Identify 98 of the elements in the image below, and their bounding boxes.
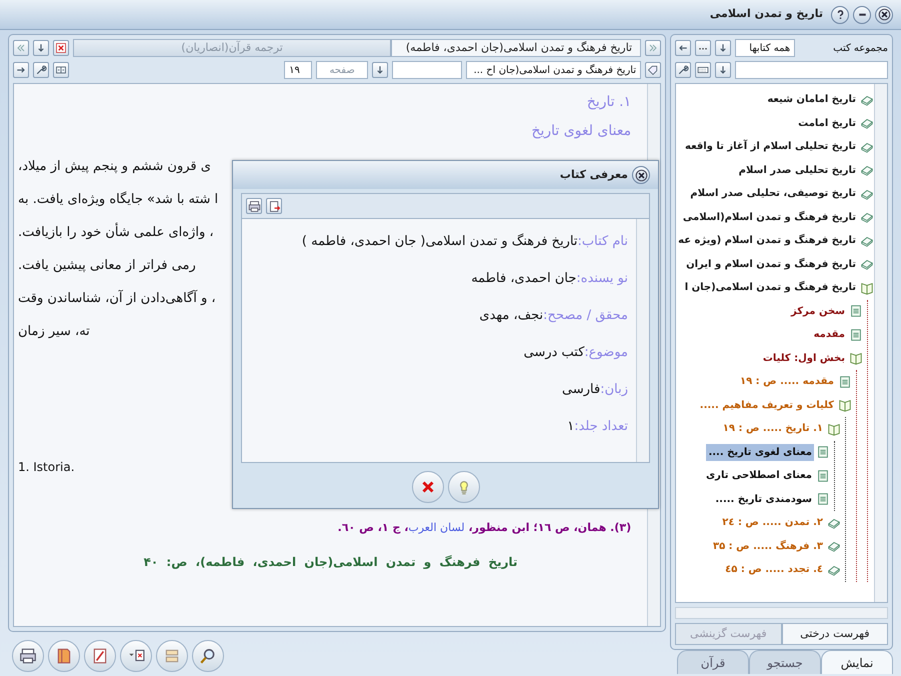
- cancel-button[interactable]: [412, 471, 444, 503]
- tag-icon: [647, 64, 660, 76]
- tree-item[interactable]: سودمندی تاریخ .....: [713, 490, 814, 508]
- paragraph-line: ا شته با شد» جایگاه ویژه‌ای یافت. به: [18, 190, 220, 209]
- close-button[interactable]: [875, 6, 893, 24]
- section-heading: ۱. تاریخ: [586, 93, 632, 112]
- tree-item[interactable]: تاریخ توصیفی، تحلیلی صدر اسلام: [688, 185, 858, 202]
- info-field: موضوع:کتب درسی: [242, 334, 628, 371]
- more-button[interactable]: [695, 40, 712, 56]
- search-field[interactable]: [392, 61, 462, 79]
- book-select[interactable]: تاریخ فرهنگ و تمدن اسلامی(جان اح ...: [466, 61, 642, 79]
- help-button[interactable]: [831, 6, 849, 24]
- printer-icon: [19, 647, 37, 665]
- paragraph-line: ، واژه‌ای علمی شأن خود را بازیافت.: [18, 216, 228, 249]
- subsection-heading: معنای لغوی تاریخ: [530, 122, 632, 141]
- document-export-icon: [268, 200, 280, 212]
- settings-button[interactable]: [33, 62, 49, 78]
- tree-item[interactable]: ٤. تجدد ..... ص : ٤۵: [723, 561, 825, 578]
- info-field: نو یسنده:جان احمدی، فاطمه: [242, 260, 628, 297]
- print-button[interactable]: [246, 198, 262, 214]
- window-title: تاریخ و تمدن اسلامی: [710, 6, 823, 22]
- document-tab[interactable]: تاریخ فرهنگ و تمدن اسلامی(جان احمدی، فاطمه): [391, 39, 642, 57]
- bookmark-button[interactable]: [645, 62, 662, 78]
- book-icon: [55, 647, 73, 665]
- keyboard-icon: [697, 64, 710, 76]
- tree-item[interactable]: تاریخ فرهنگ و تمدن اسلام و ایران: [684, 256, 858, 273]
- scrollbar[interactable]: [874, 84, 887, 602]
- page-number-field[interactable]: ۱۹: [284, 61, 312, 79]
- layout-icon: [163, 647, 181, 665]
- tree-item[interactable]: ۳. فرهنگ ..... ص : ۳۵: [710, 538, 825, 555]
- paragraph-line: ی قرون ششم و پنجم پیش از میلاد،: [18, 158, 212, 176]
- tree-item[interactable]: مقدمه: [812, 326, 847, 344]
- go-button[interactable]: [13, 62, 29, 78]
- tree-item[interactable]: تاریخ فرهنگ و تمدن اسلام(اسلامی: [680, 208, 858, 226]
- tree-item[interactable]: تاریخ فرهنگ و تمدن اسلام (ویژه عه: [676, 232, 858, 250]
- search-field[interactable]: [735, 61, 888, 79]
- double-chevron-icon: [647, 42, 660, 54]
- wrench-icon: [35, 64, 47, 76]
- collection-label: مجموعه کتب: [832, 42, 888, 56]
- dialog-close-button[interactable]: [632, 166, 650, 184]
- tree-item[interactable]: معنای لغوی تاریخ ....: [706, 444, 814, 461]
- double-chevron-icon: [15, 42, 27, 54]
- tree-item[interactable]: تاریخ امامان شیعه: [765, 91, 858, 108]
- info-field: زبان:فارسی: [242, 371, 628, 408]
- settings-button[interactable]: [675, 62, 692, 78]
- collection-dropdown-button[interactable]: [715, 40, 732, 56]
- footnote: 1. Istoria.: [17, 459, 76, 476]
- dialog-title: معرفی کتاب: [560, 166, 628, 183]
- scrollbar[interactable]: [675, 607, 888, 619]
- print-button[interactable]: [12, 640, 44, 672]
- split-view-button[interactable]: [53, 62, 69, 78]
- book-button[interactable]: [48, 640, 80, 672]
- tree-item[interactable]: مقدمه ..... ص : ۱۹: [738, 373, 836, 390]
- paragraph-line: ته، سیر زمان: [18, 323, 91, 341]
- search-history-button[interactable]: [715, 62, 732, 78]
- collection-select[interactable]: همه کتابها: [735, 39, 796, 57]
- reference-note: (۳). همان، ص ۱٦؛ ابن منظور، لسان العرب، ج ۱، ص ٦۰.: [338, 520, 632, 536]
- list-tab[interactable]: فهرست درختی: [782, 623, 888, 645]
- nav-tab[interactable]: جستجو: [749, 650, 821, 674]
- minimize-button[interactable]: [853, 6, 871, 24]
- wrench-icon: [677, 64, 690, 76]
- export-button[interactable]: [266, 198, 282, 214]
- tree-item[interactable]: ۱. تاریخ ..... ص : ۱۹: [720, 420, 825, 438]
- close-icon: [55, 42, 67, 54]
- tree-item[interactable]: تاریخ فرهنگ و تمدن اسلامی(جان ا: [682, 279, 858, 296]
- tab-list-button[interactable]: [33, 40, 49, 56]
- pencil-note-icon: [91, 647, 109, 665]
- paragraph-line: رمی فراتر از معانی پیشین یافت.: [18, 257, 197, 275]
- nav-tab[interactable]: نمایش: [821, 650, 893, 674]
- tree-item[interactable]: کلیات و تعریف مفاهیم .....: [698, 396, 836, 414]
- tree-item[interactable]: تاریخ تحلیلی اسلام از آغاز تا واقعه: [683, 138, 858, 156]
- scroll-tabs-right-button[interactable]: [645, 40, 662, 56]
- close-tab-button[interactable]: [53, 40, 69, 56]
- tree-item[interactable]: تاریخ امامت: [796, 114, 858, 132]
- info-field: نام کتاب:تاریخ فرهنگ و تمدن اسلامی( جان احمدی، فاطمه ): [242, 223, 628, 260]
- paragraph-line: ، و آگاهی‌دادن از آن، شناساندن وقت: [18, 288, 217, 308]
- export-menu-button[interactable]: [120, 640, 152, 672]
- page-footer: تاریخ فرهنگ و تمدن اسلامی(جان احمدی، فاطمه)، ص: ۴۰: [144, 552, 518, 570]
- close-icon: [634, 168, 648, 182]
- info-field: تعداد جلد:۱: [242, 408, 628, 445]
- page-label: صفحه: [316, 61, 368, 79]
- back-button[interactable]: [675, 40, 692, 56]
- page-dropdown-button[interactable]: [372, 62, 388, 78]
- keyboard-button[interactable]: [695, 62, 712, 78]
- tree-item[interactable]: سخن مرکز: [789, 302, 847, 320]
- printer-icon: [248, 200, 260, 212]
- tree-item[interactable]: بخش اول: کلیات: [760, 350, 847, 367]
- tree-item[interactable]: ۲. تمدن ..... ص : ۲٤: [720, 514, 825, 532]
- close-icon: [878, 8, 890, 21]
- search-button[interactable]: [192, 640, 224, 672]
- note-button[interactable]: [84, 640, 116, 672]
- nav-tab[interactable]: قرآن: [677, 650, 749, 674]
- search-icon: [199, 647, 217, 665]
- info-field: محقق / مصحح:نجف، مهدی: [242, 297, 628, 334]
- tree-item[interactable]: معنای اصطلاحی تاری: [704, 467, 814, 484]
- scrollbar[interactable]: [636, 219, 649, 462]
- tree-item[interactable]: تاریخ تحلیلی صدر اسلام: [736, 162, 858, 179]
- split-view-icon: [55, 64, 67, 76]
